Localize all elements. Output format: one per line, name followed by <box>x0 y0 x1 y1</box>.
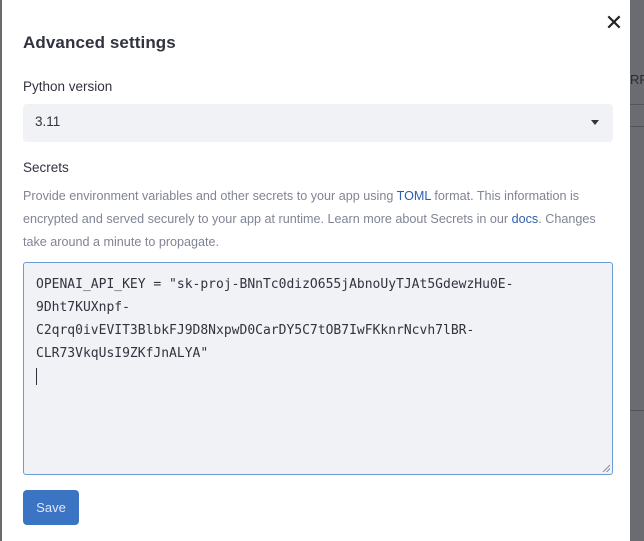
text-cursor <box>36 365 600 393</box>
secrets-label: Secrets <box>23 160 69 175</box>
secrets-line: OPENAI_API_KEY = "sk-proj-BNnTc0dizO655j… <box>36 277 514 292</box>
background-divider <box>630 104 644 105</box>
secrets-line: CLR73VkqUsI9ZKfJnALYA" <box>36 346 209 361</box>
python-version-label: Python version <box>23 79 113 94</box>
python-version-select[interactable]: 3.11 <box>23 104 613 142</box>
secrets-line: C2qrq0ivEVIT3BlbkFJ9D8NxpwD0CarDY5C7tOB7… <box>36 323 475 338</box>
caret-down-icon <box>591 120 599 125</box>
docs-link[interactable]: docs <box>512 212 539 226</box>
python-version-value: 3.11 <box>35 114 61 129</box>
secrets-textarea[interactable]: OPENAI_API_KEY = "sk-proj-BNnTc0dizO655j… <box>23 262 613 475</box>
toml-link[interactable]: TOML <box>397 189 431 203</box>
background-divider <box>630 410 644 411</box>
background-app-text: RR <box>630 72 644 87</box>
save-button[interactable]: Save <box>23 490 79 525</box>
advanced-settings-dialog: ✕ Advanced settings Python version 3.11 … <box>2 0 630 541</box>
secrets-line: 9Dht7KUXnpf- <box>36 300 130 315</box>
resize-handle-icon[interactable] <box>602 464 610 472</box>
dialog-title: Advanced settings <box>23 33 176 52</box>
secrets-description: Provide environment variables and other … <box>23 189 596 249</box>
close-icon[interactable]: ✕ <box>604 12 624 34</box>
background-divider <box>630 126 644 127</box>
